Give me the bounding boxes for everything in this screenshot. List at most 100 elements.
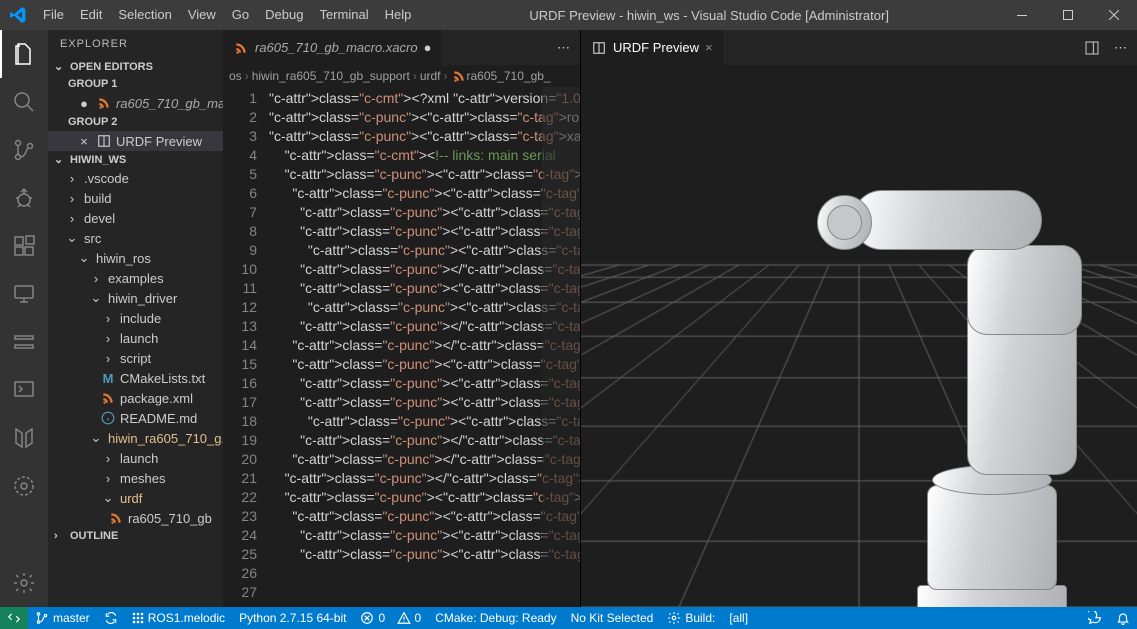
menu-file[interactable]: File xyxy=(35,0,72,30)
sync-indicator[interactable] xyxy=(97,607,125,629)
python-indicator[interactable]: Python 2.7.15 64-bit xyxy=(232,607,353,629)
breadcrumb[interactable]: os› hiwin_ra605_710_gb_support› urdf› ra… xyxy=(223,65,580,87)
tree-item[interactable]: ›examples xyxy=(48,268,223,288)
open-editor-item[interactable]: × URDF Preview xyxy=(48,131,223,151)
tree-item[interactable]: package.xml xyxy=(48,388,223,408)
more-icon[interactable]: ⋯ xyxy=(1114,40,1127,56)
group1-label: GROUP 1 xyxy=(48,75,223,93)
split-icon[interactable] xyxy=(1084,40,1100,56)
settings-icon[interactable] xyxy=(0,559,48,607)
chevron-icon: ⌄ xyxy=(64,230,80,246)
menu-debug[interactable]: Debug xyxy=(257,0,311,30)
remote-indicator[interactable] xyxy=(0,607,28,629)
chevron-icon: › xyxy=(64,190,80,206)
search-icon[interactable] xyxy=(0,78,48,126)
window-title: URDF Preview - hiwin_ws - Visual Studio … xyxy=(419,8,999,23)
maximize-button[interactable] xyxy=(1045,0,1091,30)
chevron-icon: ⌄ xyxy=(88,430,104,446)
tree-item[interactable]: ›devel xyxy=(48,208,223,228)
tab-label: URDF Preview xyxy=(613,40,699,55)
chevron-icon: ⌄ xyxy=(88,290,104,306)
tree-item[interactable]: ›include xyxy=(48,308,223,328)
side-icon-3[interactable] xyxy=(0,414,48,462)
side-icon-2[interactable] xyxy=(0,366,48,414)
chevron-icon: › xyxy=(100,470,116,486)
tree-item[interactable]: ⌄hiwin_ra605_710_g... xyxy=(48,428,223,448)
info-icon xyxy=(100,410,116,426)
extensions-icon[interactable] xyxy=(0,222,48,270)
ros-indicator[interactable]: ROS1.melodic xyxy=(125,607,232,629)
tree-item[interactable]: ⌄urdf xyxy=(48,488,223,508)
tree-item[interactable]: ra605_710_gb xyxy=(48,508,223,528)
tree-item[interactable]: ⌄src xyxy=(48,228,223,248)
bell-icon[interactable] xyxy=(1109,607,1137,629)
menu-terminal[interactable]: Terminal xyxy=(311,0,376,30)
cmake-status[interactable]: CMake: Debug: Ready xyxy=(428,607,563,629)
chevron-icon: › xyxy=(88,270,104,286)
statusbar: master ROS1.melodic Python 2.7.15 64-bit… xyxy=(0,607,1137,629)
problems-indicator[interactable]: 0 0 xyxy=(353,607,428,629)
open-editor-item[interactable]: ● ra605_710_gb_ma... xyxy=(48,93,223,113)
outline-section[interactable]: ›OUTLINE xyxy=(48,528,223,544)
robot-model xyxy=(817,125,1077,607)
vscode-logo xyxy=(0,7,35,23)
tree-item[interactable]: ⌄hiwin_ros xyxy=(48,248,223,268)
feedback-icon[interactable] xyxy=(1081,607,1109,629)
chevron-icon: › xyxy=(64,170,80,186)
side-icon-1[interactable] xyxy=(0,318,48,366)
rss-icon xyxy=(451,68,467,84)
menubar: File Edit Selection View Go Debug Termin… xyxy=(35,0,419,30)
activitybar xyxy=(0,30,48,607)
rss-icon xyxy=(100,390,116,406)
close-button[interactable] xyxy=(1091,0,1137,30)
tree-item[interactable]: ›meshes xyxy=(48,468,223,488)
open-editors-section[interactable]: ⌄OPEN EDITORS xyxy=(48,58,223,75)
tree-item[interactable]: README.md xyxy=(48,408,223,428)
tree-item[interactable]: ›script xyxy=(48,348,223,368)
minimap[interactable] xyxy=(542,87,580,607)
menu-view[interactable]: View xyxy=(180,0,224,30)
tab-urdf-preview[interactable]: URDF Preview × xyxy=(581,30,724,65)
tab-xacro[interactable]: ra605_710_gb_macro.xacro ● xyxy=(223,30,442,65)
tree-item[interactable]: ›build xyxy=(48,188,223,208)
sidebar-title: EXPLORER xyxy=(48,30,223,58)
debug-icon[interactable] xyxy=(0,174,48,222)
tabs: ra605_710_gb_macro.xacro ● ⋯ xyxy=(223,30,580,65)
cmake-icon: M xyxy=(100,370,116,386)
tree-item[interactable]: MCMakeLists.txt xyxy=(48,368,223,388)
workspace-section[interactable]: ⌄HIWIN_WS xyxy=(48,151,223,168)
chevron-icon: › xyxy=(64,210,80,226)
dirty-dot-icon: ● xyxy=(76,95,92,111)
build-target[interactable]: [all] xyxy=(722,607,755,629)
urdf-preview-viewport[interactable] xyxy=(581,65,1137,607)
code-editor[interactable]: 1234567891011121314151617181920212223242… xyxy=(223,87,580,607)
side-icon-4[interactable] xyxy=(0,462,48,510)
chevron-icon: › xyxy=(100,330,116,346)
explorer-icon[interactable] xyxy=(0,30,48,78)
tree-item[interactable]: ›launch xyxy=(48,448,223,468)
more-icon[interactable]: ⋯ xyxy=(557,40,570,56)
tab-label: ra605_710_gb_macro.xacro xyxy=(255,40,418,55)
close-icon[interactable]: × xyxy=(705,40,713,55)
preview-icon xyxy=(591,40,607,56)
preview-icon xyxy=(96,133,112,149)
tabs: URDF Preview × ⋯ xyxy=(581,30,1137,65)
rss-icon xyxy=(108,510,124,526)
chevron-icon: › xyxy=(100,310,116,326)
tree-item[interactable]: ›.vscode xyxy=(48,168,223,188)
group2-label: GROUP 2 xyxy=(48,113,223,131)
branch-indicator[interactable]: master xyxy=(28,607,97,629)
menu-go[interactable]: Go xyxy=(224,0,257,30)
remote-icon[interactable] xyxy=(0,270,48,318)
close-icon[interactable]: × xyxy=(76,133,92,149)
minimize-button[interactable] xyxy=(999,0,1045,30)
build-status[interactable]: Build: xyxy=(660,607,722,629)
menu-edit[interactable]: Edit xyxy=(72,0,110,30)
kit-status[interactable]: No Kit Selected xyxy=(564,607,661,629)
source-control-icon[interactable] xyxy=(0,126,48,174)
tree-item[interactable]: ›launch xyxy=(48,328,223,348)
menu-help[interactable]: Help xyxy=(377,0,420,30)
tree-item[interactable]: ⌄hiwin_driver xyxy=(48,288,223,308)
menu-selection[interactable]: Selection xyxy=(110,0,179,30)
dirty-dot-icon: ● xyxy=(424,40,432,55)
